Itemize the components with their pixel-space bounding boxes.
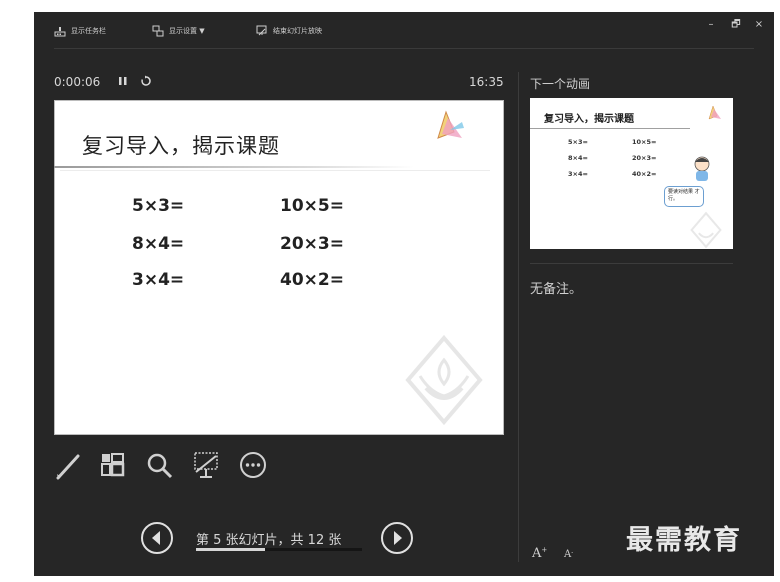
restart-timer-icon[interactable] bbox=[140, 75, 152, 90]
previous-slide-button[interactable] bbox=[140, 521, 174, 555]
thumb-title: 复习导入，揭示课题 bbox=[544, 114, 634, 125]
minimize-button[interactable]: – bbox=[702, 18, 720, 32]
notes-divider bbox=[530, 263, 733, 264]
equation: 10×5= bbox=[280, 196, 344, 216]
current-slide[interactable]: 复习导入，揭示课题 5×3= 8×4= 3×4= 10×5= 20×3= 40×… bbox=[54, 100, 504, 435]
display-settings-label: 显示设置 ▼ bbox=[169, 27, 205, 35]
slide-title: 复习导入，揭示课题 bbox=[82, 134, 280, 158]
equation: 40×2= bbox=[280, 270, 344, 290]
see-all-slides-button[interactable] bbox=[98, 450, 128, 480]
restore-button[interactable]: 🗗 bbox=[727, 18, 745, 32]
display-settings-button[interactable]: 显示设置 ▼ bbox=[152, 24, 205, 38]
next-slide-button[interactable] bbox=[380, 521, 414, 555]
increase-font-label: A bbox=[532, 546, 542, 561]
next-slide-preview[interactable]: 复习导入，揭示课题 5×3= 8×4= 3×4= 10×5= 20×3= 40×… bbox=[530, 98, 733, 249]
screen-toggle-icon bbox=[194, 452, 218, 478]
next-animation-label: 下一个动画 bbox=[530, 77, 591, 91]
thumb-equation: 5×3= bbox=[568, 138, 588, 146]
black-screen-button[interactable] bbox=[192, 450, 222, 480]
zoom-icon bbox=[147, 453, 173, 479]
cartoon-child-icon bbox=[694, 156, 710, 181]
thumb-pencil-icon bbox=[708, 105, 721, 120]
chevron-left-icon bbox=[141, 522, 173, 554]
speaker-notes: 无备注。 bbox=[530, 282, 583, 297]
chevron-right-icon bbox=[381, 522, 413, 554]
slide-counter[interactable]: 第 5 张幻灯片，共 12 张 bbox=[196, 529, 341, 548]
more-options-icon bbox=[240, 452, 266, 478]
equation: 8×4= bbox=[132, 234, 185, 254]
show-taskbar-label: 显示任务栏 bbox=[71, 27, 106, 35]
display-settings-icon bbox=[152, 25, 164, 37]
show-taskbar-button[interactable]: 显示任务栏 bbox=[54, 24, 106, 38]
equation: 3×4= bbox=[132, 270, 185, 290]
thumb-equation: 20×3= bbox=[632, 154, 657, 162]
top-toolbar: 显示任务栏 显示设置 ▼ 结束幻灯片放映 – 🗗 × bbox=[34, 12, 774, 48]
decrease-font-button[interactable]: A- bbox=[564, 549, 573, 560]
thumb-equation: 8×4= bbox=[568, 154, 588, 162]
pen-tool-button[interactable] bbox=[54, 450, 84, 480]
colored-pencil-icon bbox=[437, 110, 464, 139]
current-time: 16:35 bbox=[469, 75, 504, 89]
zoom-button[interactable] bbox=[144, 450, 174, 480]
close-button[interactable]: × bbox=[750, 18, 768, 32]
brand-watermark: 最需教育 bbox=[626, 525, 742, 556]
thumb-underline bbox=[530, 128, 690, 129]
pause-timer-icon[interactable] bbox=[118, 75, 128, 90]
panel-divider bbox=[518, 72, 519, 562]
thumb-watermark-logo bbox=[690, 211, 722, 249]
thumb-equation: 3×4= bbox=[568, 170, 588, 178]
presenter-view-screenshot: 显示任务栏 显示设置 ▼ 结束幻灯片放映 – 🗗 × 0:00:06 16:35 bbox=[0, 0, 780, 582]
toolbar-divider bbox=[54, 48, 754, 49]
slide-progress-fill bbox=[196, 548, 266, 551]
elapsed-timer: 0:00:06 bbox=[54, 75, 101, 89]
equation: 5×3= bbox=[132, 196, 185, 216]
pen-icon bbox=[56, 454, 80, 480]
end-slideshow-label: 结束幻灯片放映 bbox=[273, 27, 322, 35]
more-options-button[interactable] bbox=[238, 450, 268, 480]
end-slideshow-button[interactable]: 结束幻灯片放映 bbox=[256, 24, 322, 38]
presenter-window: 显示任务栏 显示设置 ▼ 结束幻灯片放映 – 🗗 × 0:00:06 16:35 bbox=[34, 12, 774, 576]
speech-bubble: 要读对结果 才行。 bbox=[664, 186, 704, 207]
watermark-logo bbox=[405, 334, 483, 426]
slide-progress-bar bbox=[196, 548, 362, 551]
thumb-equation: 40×2= bbox=[632, 170, 657, 178]
increase-font-button[interactable]: A+ bbox=[532, 546, 547, 561]
slides-grid-icon bbox=[101, 453, 125, 477]
title-underline bbox=[54, 166, 414, 168]
title-underline-secondary bbox=[60, 170, 490, 171]
taskbar-icon bbox=[54, 27, 66, 37]
equation: 20×3= bbox=[280, 234, 344, 254]
thumb-equation: 10×5= bbox=[632, 138, 657, 146]
end-show-icon bbox=[256, 25, 267, 36]
